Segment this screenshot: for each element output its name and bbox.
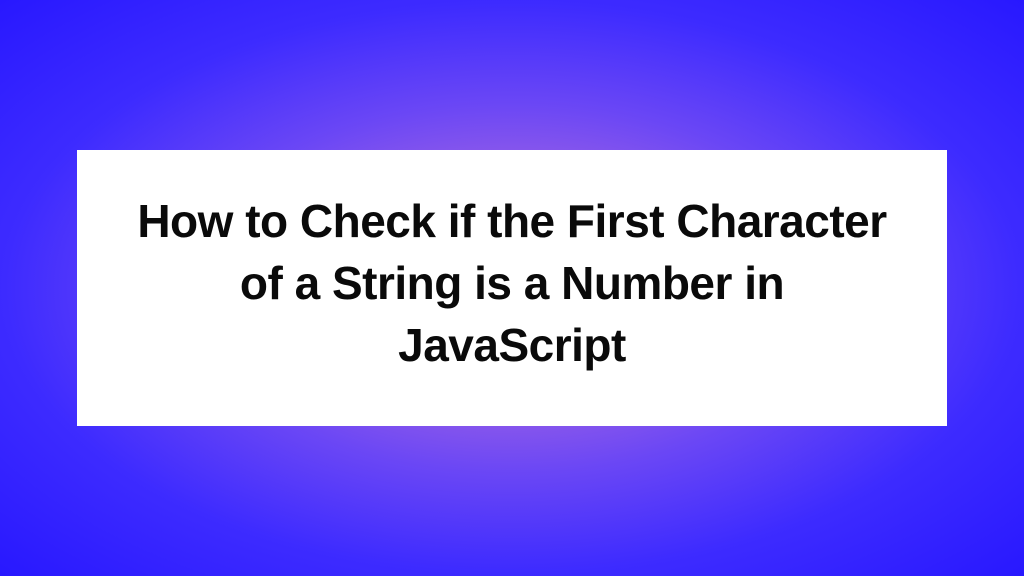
title-card: How to Check if the First Character of a… [77,150,947,426]
card-title: How to Check if the First Character of a… [127,190,897,376]
